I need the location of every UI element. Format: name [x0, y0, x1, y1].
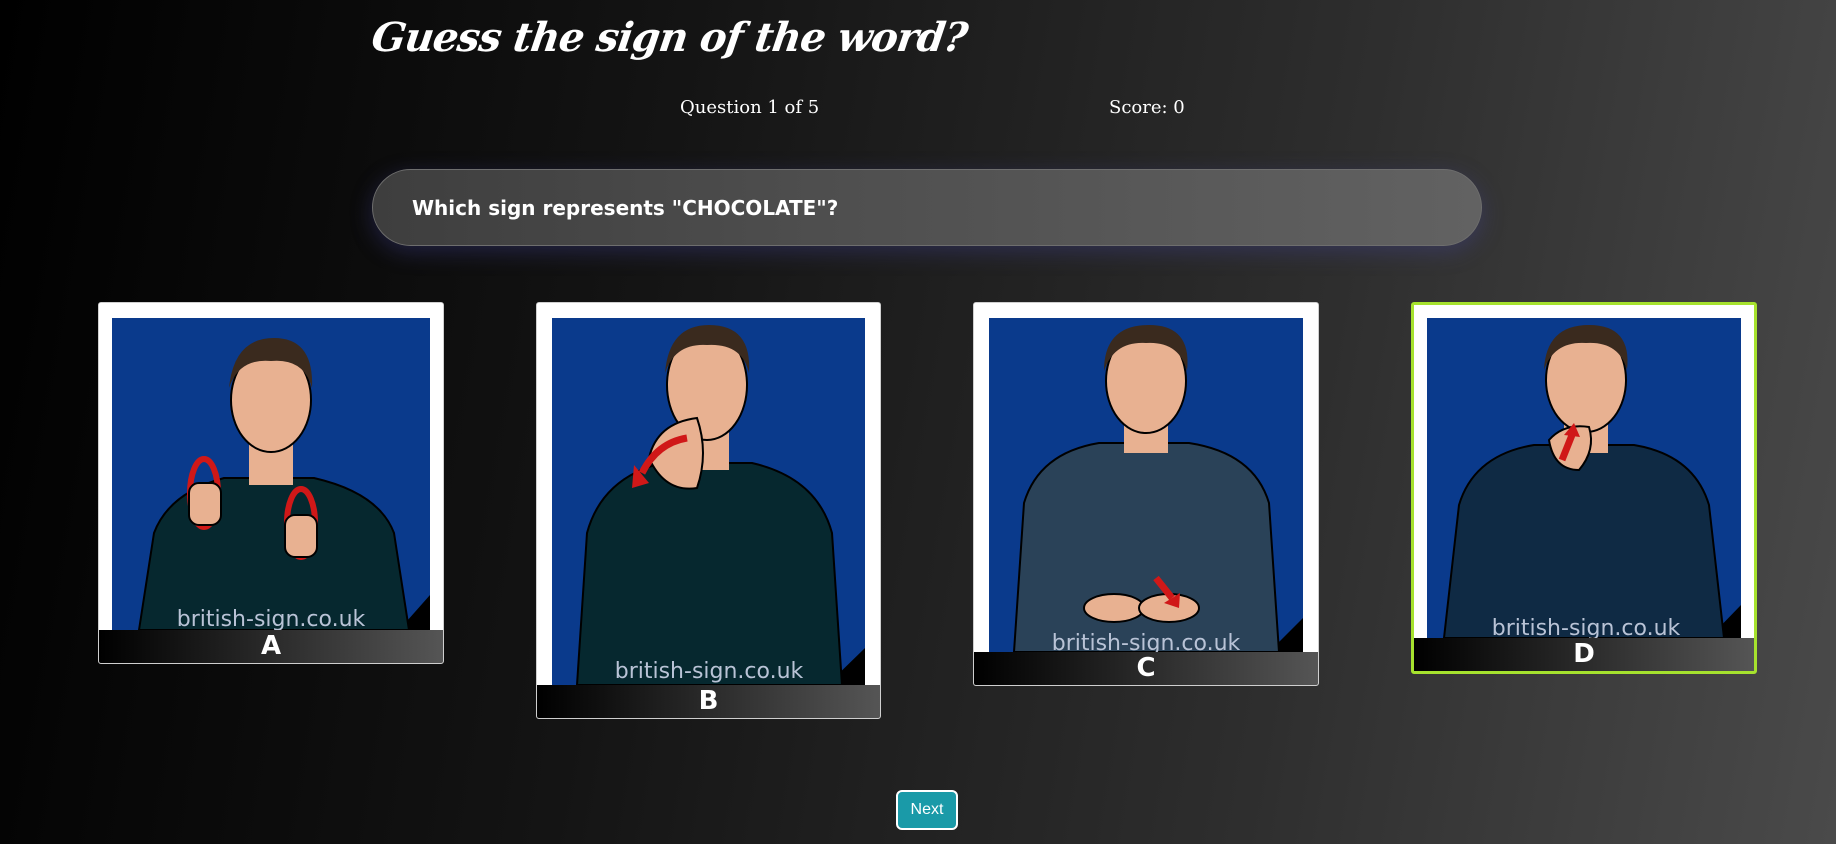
- sign-image-a: british-sign.co.uk: [99, 303, 443, 630]
- option-label-b: B: [537, 685, 880, 718]
- sign-image-d: british-sign.co.uk: [1414, 305, 1754, 638]
- watermark-d: british-sign.co.uk: [1492, 616, 1681, 638]
- answer-option-c[interactable]: british-sign.co.uk C: [973, 302, 1319, 686]
- watermark-c: british-sign.co.uk: [1052, 631, 1241, 652]
- score-display: Score: 0: [1109, 97, 1185, 118]
- question-text: Which sign represents "CHOCOLATE"?: [412, 195, 839, 220]
- next-button[interactable]: Next: [896, 790, 958, 830]
- option-label-a: A: [99, 630, 443, 663]
- watermark-a: british-sign.co.uk: [177, 607, 366, 630]
- sign-image-c: british-sign.co.uk: [974, 303, 1318, 652]
- option-label-c: C: [974, 652, 1318, 685]
- answer-option-b[interactable]: british-sign.co.uk B: [536, 302, 881, 719]
- question-progress: Question 1 of 5: [680, 97, 820, 118]
- sign-image-b: british-sign.co.uk: [537, 303, 880, 685]
- option-label-d: D: [1414, 638, 1754, 671]
- page-title: Guess the sign of the word?: [368, 14, 970, 61]
- watermark-b: british-sign.co.uk: [615, 659, 804, 684]
- answer-option-d[interactable]: british-sign.co.uk D: [1411, 302, 1757, 674]
- answer-option-a[interactable]: british-sign.co.uk A: [98, 302, 444, 664]
- question-prompt: Which sign represents "CHOCOLATE"?: [372, 169, 1482, 246]
